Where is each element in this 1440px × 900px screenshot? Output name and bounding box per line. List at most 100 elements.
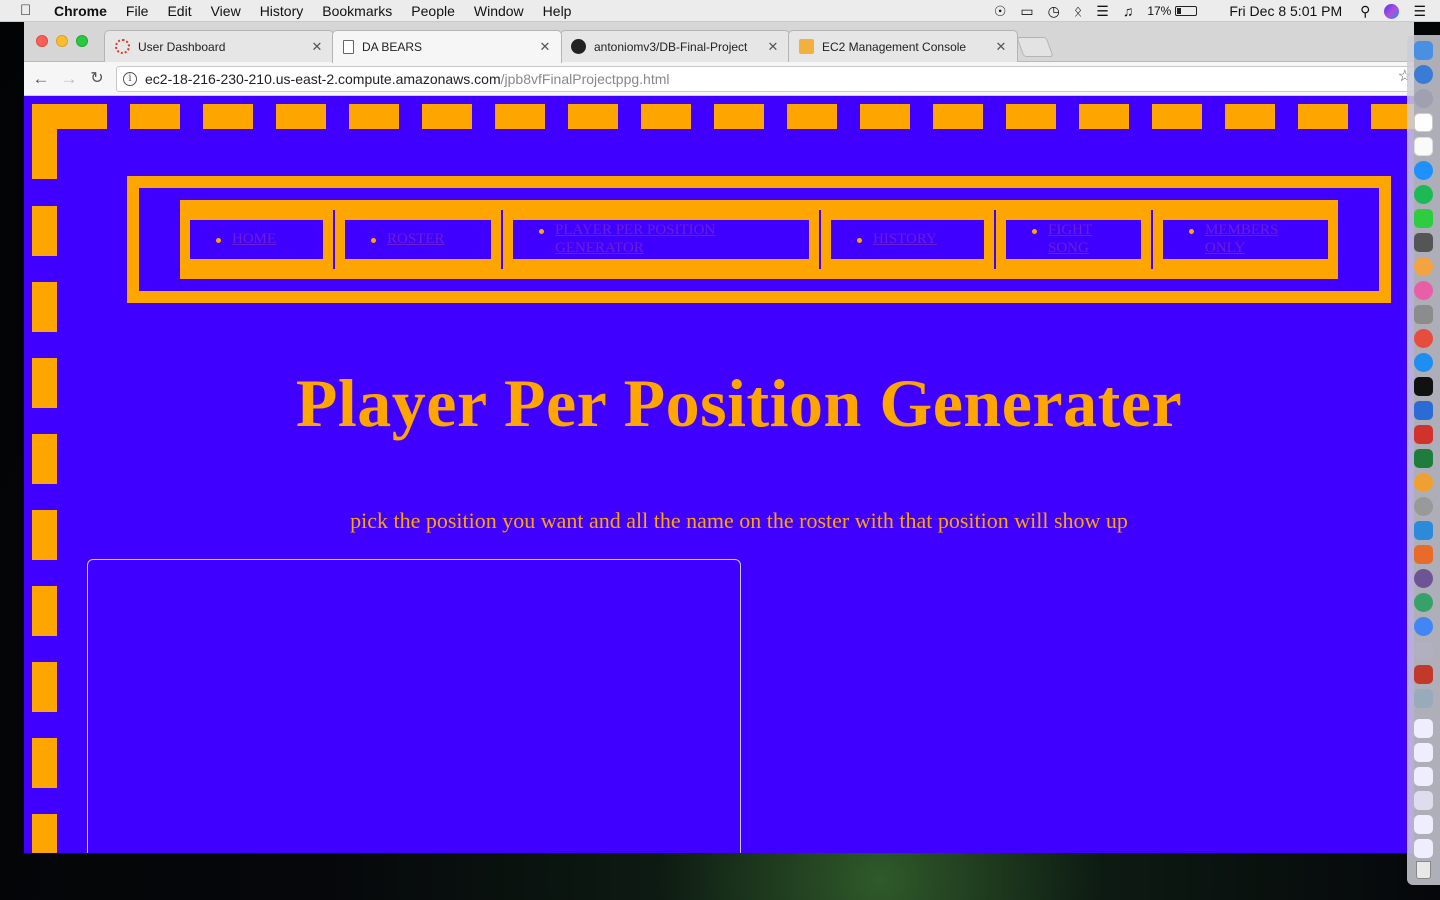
- system-preferences-icon[interactable]: [1414, 497, 1433, 516]
- launchpad-icon[interactable]: [1414, 89, 1433, 108]
- siri-app-icon[interactable]: [1414, 65, 1433, 84]
- filezilla-icon[interactable]: [1414, 665, 1433, 684]
- word-icon[interactable]: [1414, 401, 1433, 420]
- itunes-icon[interactable]: [1414, 281, 1433, 300]
- window-minimize-button[interactable]: [56, 35, 68, 47]
- excel-icon[interactable]: [1414, 449, 1433, 468]
- tab-github-repo[interactable]: antoniomv3/DB-Final-Project ✕: [560, 30, 790, 62]
- finder-icon[interactable]: [1414, 41, 1433, 60]
- spotlight-search-icon[interactable]: ⚲: [1360, 3, 1370, 20]
- chrome-canary-icon[interactable]: [1414, 617, 1433, 636]
- nav-link-fight-song[interactable]: FIGHT SONG: [1048, 221, 1108, 257]
- apple-menu-icon[interactable]: : [20, 2, 38, 19]
- menu-view[interactable]: View: [211, 3, 241, 19]
- calendar-icon[interactable]: [1414, 113, 1433, 132]
- preview-icon[interactable]: [1414, 305, 1433, 324]
- back-arrow-icon[interactable]: ←: [30, 68, 52, 90]
- menu-bookmarks[interactable]: Bookmarks: [322, 3, 392, 19]
- new-tab-button[interactable]: [1016, 37, 1054, 57]
- macos-dock: [1407, 35, 1440, 885]
- nav-item-history[interactable]: HISTORY: [821, 210, 994, 269]
- tab-close-icon[interactable]: ✕: [309, 39, 325, 55]
- network-utility-icon[interactable]: [1414, 593, 1433, 612]
- address-bar[interactable]: i ec2-18-216-230-210.us-east-2.compute.a…: [116, 66, 1414, 92]
- tab-user-dashboard[interactable]: User Dashboard ✕: [104, 30, 334, 62]
- nav-link-roster[interactable]: ROSTER: [387, 230, 487, 248]
- menu-help[interactable]: Help: [543, 3, 572, 19]
- photos-icon[interactable]: [1414, 257, 1433, 276]
- nav-link-members-only[interactable]: MEMBERS ONLY: [1205, 221, 1295, 257]
- position-results-box[interactable]: [87, 559, 741, 853]
- page-viewport: HOME ROSTER PLAYER PER POSITION GENERATO…: [24, 96, 1414, 853]
- photo-booth-icon[interactable]: [1414, 233, 1433, 252]
- forward-arrow-icon[interactable]: →: [58, 68, 80, 90]
- nav-item-roster[interactable]: ROSTER: [335, 210, 501, 269]
- trash-icon[interactable]: [1416, 861, 1431, 879]
- notes-icon[interactable]: [1414, 137, 1433, 156]
- menu-file[interactable]: File: [126, 3, 149, 19]
- site-info-icon[interactable]: i: [123, 72, 137, 86]
- bullet-icon: [371, 238, 376, 243]
- volume-icon[interactable]: ♫: [1123, 3, 1134, 19]
- terminal-icon[interactable]: [1414, 377, 1433, 396]
- messages-icon[interactable]: [1414, 209, 1433, 228]
- macos-menu-bar:  Chrome File Edit View History Bookmark…: [0, 0, 1440, 22]
- menu-edit[interactable]: Edit: [167, 3, 191, 19]
- app-store-icon[interactable]: [1414, 353, 1433, 372]
- messenger-icon[interactable]: [1414, 161, 1433, 180]
- bluetooth-icon[interactable]: ᛟ: [1074, 3, 1082, 19]
- chrome-icon[interactable]: [1414, 329, 1433, 348]
- page-instructions: pick the position you want and all the n…: [350, 508, 1128, 533]
- github-icon: [571, 39, 586, 54]
- reload-icon[interactable]: ↻: [86, 68, 108, 90]
- siri-icon[interactable]: [1384, 3, 1400, 19]
- border-dash: [933, 104, 983, 129]
- image-capture-icon[interactable]: [1414, 689, 1433, 708]
- nav-link-home[interactable]: HOME: [232, 230, 322, 248]
- outlook-icon[interactable]: [1414, 473, 1433, 492]
- nav-item-home[interactable]: HOME: [180, 210, 333, 269]
- powerpoint-icon[interactable]: [1414, 425, 1433, 444]
- browser-window: User Dashboard ✕ DA BEARS ✕ antoniomv3/D…: [24, 22, 1414, 853]
- tab-da-bears[interactable]: DA BEARS ✕: [332, 30, 562, 63]
- spotify-icon[interactable]: [1414, 185, 1433, 204]
- dock-window-thumbnail[interactable]: [1414, 767, 1433, 786]
- menubar-clock[interactable]: Fri Dec 8 5:01 PM: [1229, 3, 1342, 19]
- tab-label: DA BEARS: [362, 40, 423, 54]
- nav-link-player-per-position[interactable]: PLAYER PER POSITION GENERATOR: [555, 221, 785, 257]
- border-dash: [641, 104, 691, 129]
- menu-people[interactable]: People: [411, 3, 455, 19]
- tab-close-icon[interactable]: ✕: [993, 39, 1009, 55]
- nav-item-player-per-position[interactable]: PLAYER PER POSITION GENERATOR: [503, 210, 819, 269]
- window-close-button[interactable]: [36, 35, 48, 47]
- border-dash: [1006, 104, 1056, 129]
- wifi-icon[interactable]: ☰: [1096, 3, 1109, 20]
- dock-window-thumbnail[interactable]: [1414, 815, 1433, 834]
- status-area: ☉ ▭ ◷ ᛟ ☰ ♫ 17% Fri Dec 8 5:01 PM ⚲ ☰: [994, 0, 1440, 22]
- dock-window-thumbnail[interactable]: [1414, 791, 1433, 810]
- app-menu-chrome[interactable]: Chrome: [54, 3, 107, 19]
- window-zoom-button[interactable]: [76, 35, 88, 47]
- bullet-icon: [1032, 229, 1037, 234]
- github-desktop-icon[interactable]: [1414, 569, 1433, 588]
- menu-window[interactable]: Window: [474, 3, 524, 19]
- menu-history[interactable]: History: [260, 3, 304, 19]
- fetch-ftp-icon[interactable]: [1414, 545, 1433, 564]
- dock-window-thumbnail[interactable]: [1414, 743, 1433, 762]
- border-dash: [32, 206, 57, 256]
- notification-center-icon[interactable]: ☰: [1413, 3, 1426, 20]
- nav-item-fight-song[interactable]: FIGHT SONG: [996, 210, 1151, 269]
- vpn-icon[interactable]: ☉: [994, 3, 1007, 20]
- time-machine-icon[interactable]: ◷: [1048, 3, 1060, 20]
- tab-close-icon[interactable]: ✕: [765, 39, 781, 55]
- tab-close-icon[interactable]: ✕: [537, 39, 553, 55]
- dock-window-thumbnail[interactable]: [1414, 719, 1433, 738]
- nav-item-members-only[interactable]: MEMBERS ONLY: [1153, 210, 1338, 269]
- dock-window-thumbnail[interactable]: [1414, 839, 1433, 858]
- printer-icon[interactable]: [1414, 641, 1433, 660]
- tab-ec2-console[interactable]: EC2 Management Console ✕: [788, 30, 1018, 62]
- remote-desktop-icon[interactable]: [1414, 521, 1433, 540]
- nav-link-history[interactable]: HISTORY: [873, 230, 983, 248]
- airplay-icon[interactable]: ▭: [1020, 3, 1033, 20]
- battery-icon[interactable]: [1175, 6, 1198, 16]
